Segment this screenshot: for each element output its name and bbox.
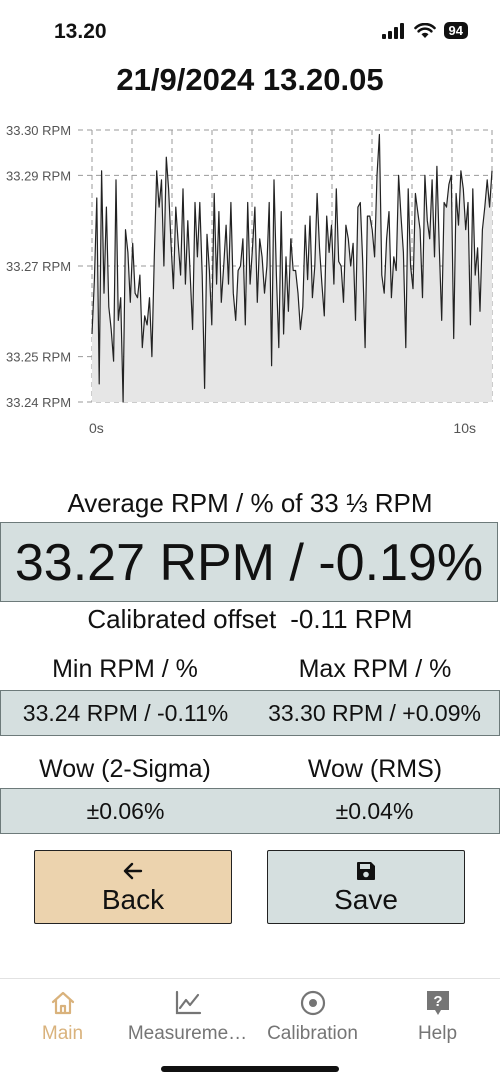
back-label: Back <box>101 884 165 915</box>
tab-help[interactable]: ? Help <box>375 985 500 1045</box>
tab-measurements[interactable]: Measureme… <box>125 985 250 1045</box>
min-max-values: 33.24 RPM / -0.11% 33.30 RPM / +0.09% <box>0 690 500 736</box>
home-icon <box>50 987 76 1019</box>
min-label: Min RPM / % <box>52 655 198 683</box>
wifi-icon <box>413 22 436 38</box>
wow-values: ±0.06% ±0.04% <box>0 788 500 834</box>
floppy-disk-icon <box>356 858 376 884</box>
battery-indicator: 94 <box>443 22 468 39</box>
average-value: 33.27 RPM / -0.19% <box>0 522 498 602</box>
offset-label: Calibrated offset <box>87 604 277 634</box>
status-time: 13.20 <box>54 20 107 43</box>
status-bar: 13.20 94 <box>0 0 500 60</box>
y-tick-label: 33.25 RPM <box>6 350 71 365</box>
wow-2sigma-value: ±0.06% <box>86 797 165 824</box>
back-button[interactable]: Back <box>34 850 232 924</box>
offset-value: -0.11 RPM <box>290 604 413 634</box>
min-max-labels: Min RPM / % Max RPM / % <box>0 655 500 684</box>
tab-label: Calibration <box>267 1023 358 1044</box>
save-label: Save <box>334 884 398 915</box>
calibrated-offset: Calibrated offset -0.11 RPM <box>0 604 500 635</box>
y-tick-label: 33.24 RPM <box>6 395 71 410</box>
wow-labels: Wow (2-Sigma) Wow (RMS) <box>0 755 500 784</box>
y-tick-label: 33.29 RPM <box>6 168 71 183</box>
status-icons: 94 <box>381 22 468 39</box>
tab-label: Help <box>417 1023 458 1044</box>
x-tick-label: 10s <box>453 420 476 436</box>
wow-2sigma-label: Wow (2-Sigma) <box>39 755 211 783</box>
signal-icon <box>381 22 404 39</box>
svg-text:?: ? <box>433 993 442 1010</box>
rpm-chart: 33.30 RPM 33.29 RPM 33.27 RPM 33.25 RPM 33.2… <box>6 123 493 436</box>
arrow-left-icon <box>123 858 143 884</box>
target-icon <box>299 987 327 1019</box>
rpm-area <box>92 134 492 402</box>
tab-label: Measureme… <box>127 1023 248 1044</box>
tab-label: Main <box>41 1023 84 1044</box>
y-tick-label: 33.30 RPM <box>6 123 71 138</box>
wow-rms-value: ±0.04% <box>335 797 414 824</box>
average-label: Average RPM / % of 33 ⅓ RPM <box>67 488 433 518</box>
tab-calibration[interactable]: Calibration <box>250 985 375 1045</box>
chart-icon <box>174 987 202 1019</box>
x-tick-label: 0s <box>89 420 104 436</box>
save-button[interactable]: Save <box>267 850 465 924</box>
tab-main[interactable]: Main <box>0 985 125 1045</box>
measurement-timestamp: 21/9/2024 13.20.05 <box>116 62 384 97</box>
max-value: 33.30 RPM / +0.09% <box>268 699 481 726</box>
min-value: 33.24 RPM / -0.11% <box>22 699 229 726</box>
y-tick-label: 33.27 RPM <box>6 259 71 274</box>
max-label: Max RPM / % <box>298 655 452 683</box>
question-icon: ? <box>424 987 452 1019</box>
home-indicator <box>161 1066 339 1072</box>
wow-rms-label: Wow (RMS) <box>307 755 443 783</box>
